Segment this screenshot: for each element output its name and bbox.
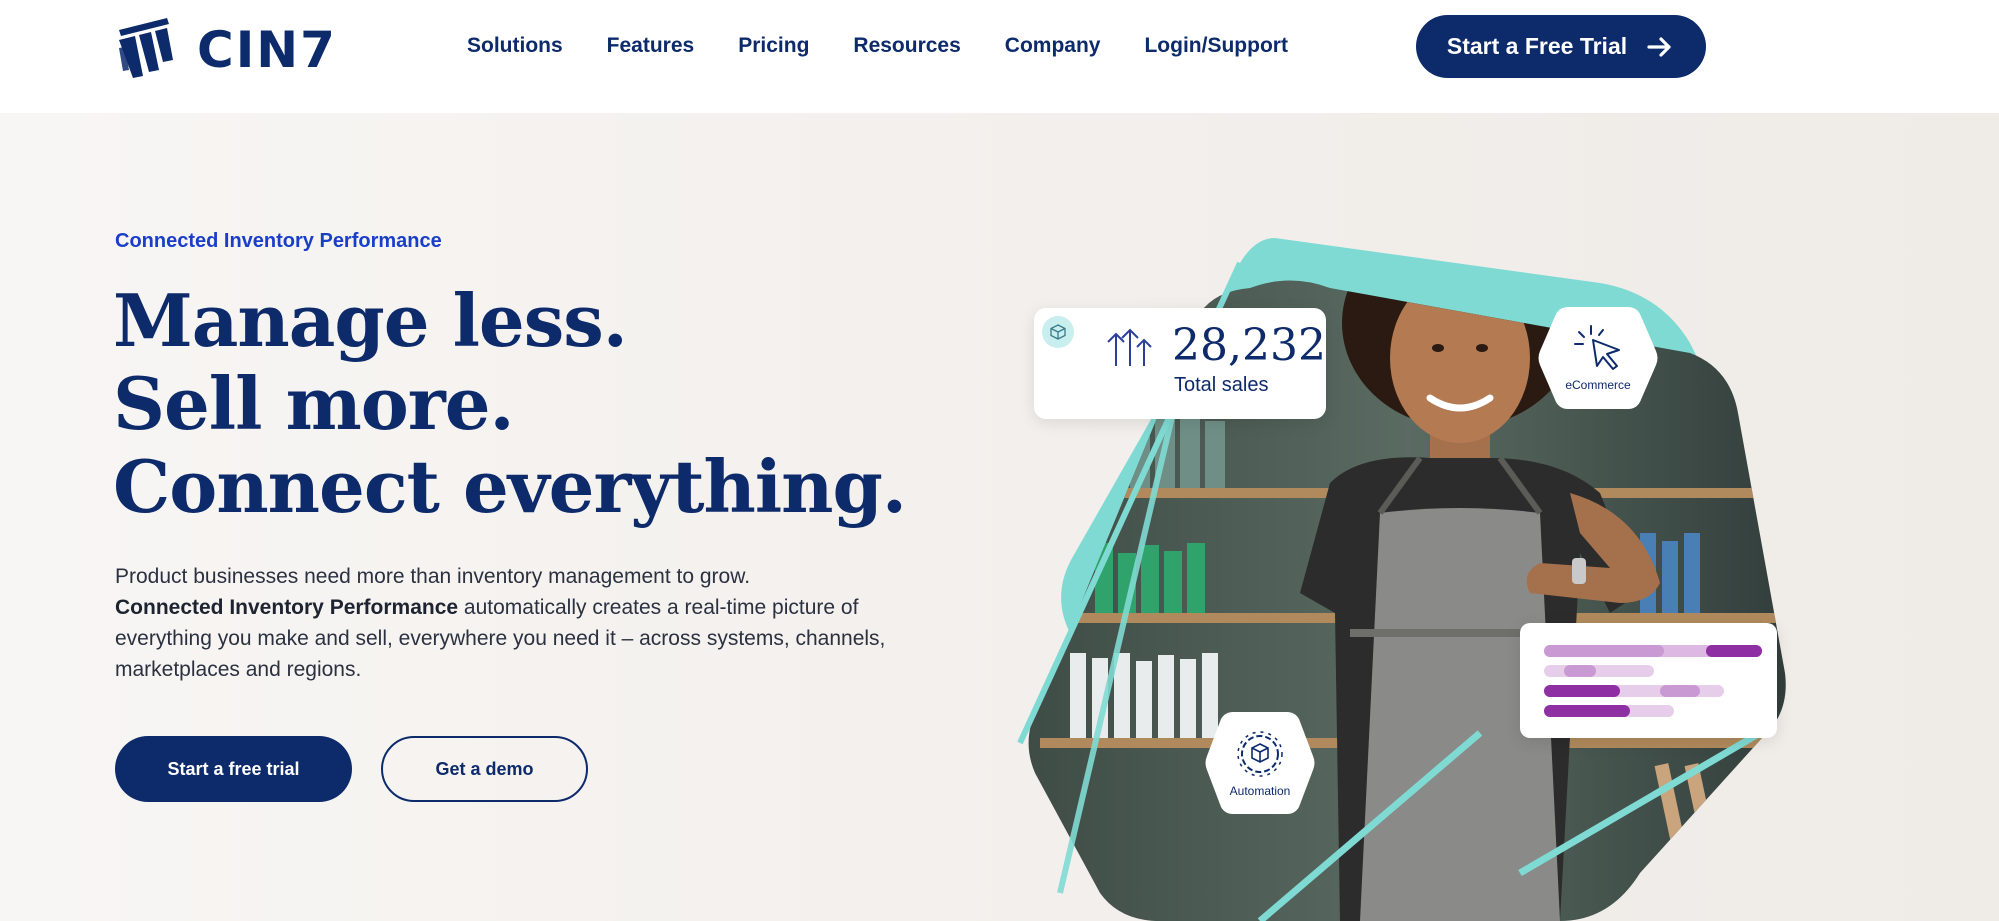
bar-segment: [1544, 685, 1620, 697]
nav-company[interactable]: Company: [1005, 34, 1101, 58]
brand-wordmark: CIN7: [197, 21, 337, 79]
nav-login-support[interactable]: Login/Support: [1144, 34, 1287, 58]
nav-features[interactable]: Features: [607, 34, 695, 58]
bar-segment: [1706, 645, 1762, 657]
hero-photo-illustration: [1017, 238, 1786, 921]
get-demo-button[interactable]: Get a demo: [381, 736, 588, 802]
hero-description-line1: Product businesses need more than invent…: [115, 565, 751, 588]
nav-resources[interactable]: Resources: [853, 34, 960, 58]
hero-description-bold: Connected Inventory Performance: [115, 596, 459, 619]
bar-segment: [1660, 685, 1700, 697]
cursor-click-icon: [1573, 325, 1620, 370]
total-sales-card: 28,232 Total sales: [1034, 308, 1326, 419]
total-sales-label: Total sales: [1174, 374, 1269, 396]
nav-solutions[interactable]: Solutions: [467, 34, 563, 58]
hero-visual: 28,232 Total sales eCommerce Automation: [1000, 113, 1820, 921]
headline-line-2: Sell more.: [113, 361, 515, 446]
bar-segment: [1544, 705, 1630, 717]
ecommerce-label: eCommerce: [1565, 378, 1631, 392]
header-free-trial-label: Start a Free Trial: [1446, 33, 1628, 59]
arrow-right-icon: [1647, 36, 1671, 57]
site-header: CIN7 Solutions Features Pricing Resource…: [0, 0, 1999, 113]
box-icon: [1042, 316, 1074, 348]
up-arrows-icon: [1107, 328, 1152, 366]
inventory-bars-card: [1520, 623, 1777, 738]
hero-description: Product businesses need more than invent…: [115, 561, 905, 685]
bar-segment: [1544, 645, 1664, 657]
gear-box-icon: [1237, 731, 1283, 777]
hero-headline: Manage less. Sell more. Connect everythi…: [113, 279, 933, 528]
nav-pricing[interactable]: Pricing: [738, 34, 809, 58]
bar-segment: [1564, 665, 1596, 677]
brand-logo[interactable]: CIN7: [115, 14, 355, 86]
total-sales-value: 28,232: [1172, 320, 1326, 371]
automation-badge: Automation: [1205, 708, 1315, 818]
logo-mark-icon: [119, 18, 173, 78]
bar-track: [1544, 665, 1654, 677]
headline-line-3: Connect everything.: [113, 444, 907, 529]
start-free-trial-button[interactable]: Start a free trial: [115, 736, 352, 802]
hero-eyebrow: Connected Inventory Performance: [115, 230, 442, 252]
headline-line-1: Manage less.: [113, 278, 628, 363]
main-nav: Solutions Features Pricing Resources Com…: [467, 34, 1288, 58]
ecommerce-badge: eCommerce: [1538, 303, 1658, 413]
automation-label: Automation: [1229, 784, 1291, 798]
hero-section: Connected Inventory Performance Manage l…: [0, 113, 1999, 921]
header-free-trial-button[interactable]: Start a Free Trial: [1416, 15, 1706, 78]
